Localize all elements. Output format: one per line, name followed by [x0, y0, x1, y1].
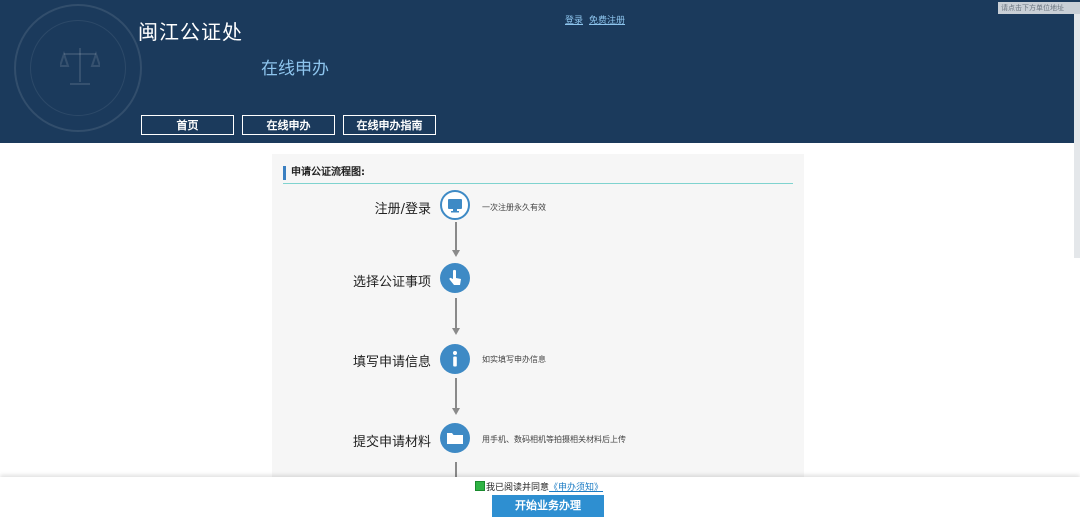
step-select-label: 选择公证事项 — [352, 275, 431, 290]
monitor-icon — [440, 190, 470, 220]
flow-arrowhead — [452, 408, 460, 415]
flow-arrowhead — [452, 328, 460, 335]
register-link[interactable]: 免费注册 — [589, 16, 625, 26]
corner-notice: 请点击下方单位地址 — [998, 2, 1080, 14]
title-divider — [283, 183, 793, 184]
folder-icon — [440, 423, 470, 453]
agree-checkbox[interactable] — [475, 481, 485, 491]
flow-arrow — [455, 298, 457, 328]
hand-pointer-icon — [440, 263, 470, 293]
step-register-label: 注册/登录 — [374, 202, 431, 217]
info-icon — [440, 344, 470, 374]
step-submit-note: 用手机、数码相机等拍摄相关材料后上传 — [482, 435, 626, 444]
balance-scale-icon — [60, 48, 100, 85]
flow-title: 申请公证流程图: — [283, 166, 365, 180]
page-subtitle: 在线申办 — [261, 59, 329, 79]
agreement-row: 我已阅读并同意《申办须知》 — [475, 480, 603, 493]
nav-home[interactable]: 首页 — [141, 115, 234, 135]
step-register-note: 一次注册永久有效 — [482, 203, 546, 212]
flow-arrow — [455, 378, 457, 408]
notice-link[interactable]: 《申办须知》 — [549, 483, 603, 493]
step-fill-note: 如实填写申办信息 — [482, 355, 546, 364]
agree-text: 我已阅读并同意 — [486, 483, 550, 493]
auth-links: 登录 免费注册 — [565, 13, 631, 26]
step-submit-label: 提交申请材料 — [352, 435, 431, 450]
step-fill-label: 填写申请信息 — [352, 355, 431, 370]
notary-emblem-icon — [14, 4, 142, 132]
flow-arrowhead — [452, 250, 460, 257]
start-business-button[interactable]: 开始业务办理 — [492, 495, 604, 517]
scrollbar[interactable] — [1074, 14, 1080, 258]
flow-arrow — [455, 222, 457, 250]
nav-apply-guide[interactable]: 在线申办指南 — [343, 115, 436, 135]
site-title: 闽江公证处 — [138, 20, 243, 44]
nav-online-apply[interactable]: 在线申办 — [242, 115, 335, 135]
site-header: 闽江公证处 在线申办 登录 免费注册 请点击下方单位地址 首页 在线申办 在线申办… — [0, 0, 1080, 143]
login-link[interactable]: 登录 — [565, 16, 583, 26]
